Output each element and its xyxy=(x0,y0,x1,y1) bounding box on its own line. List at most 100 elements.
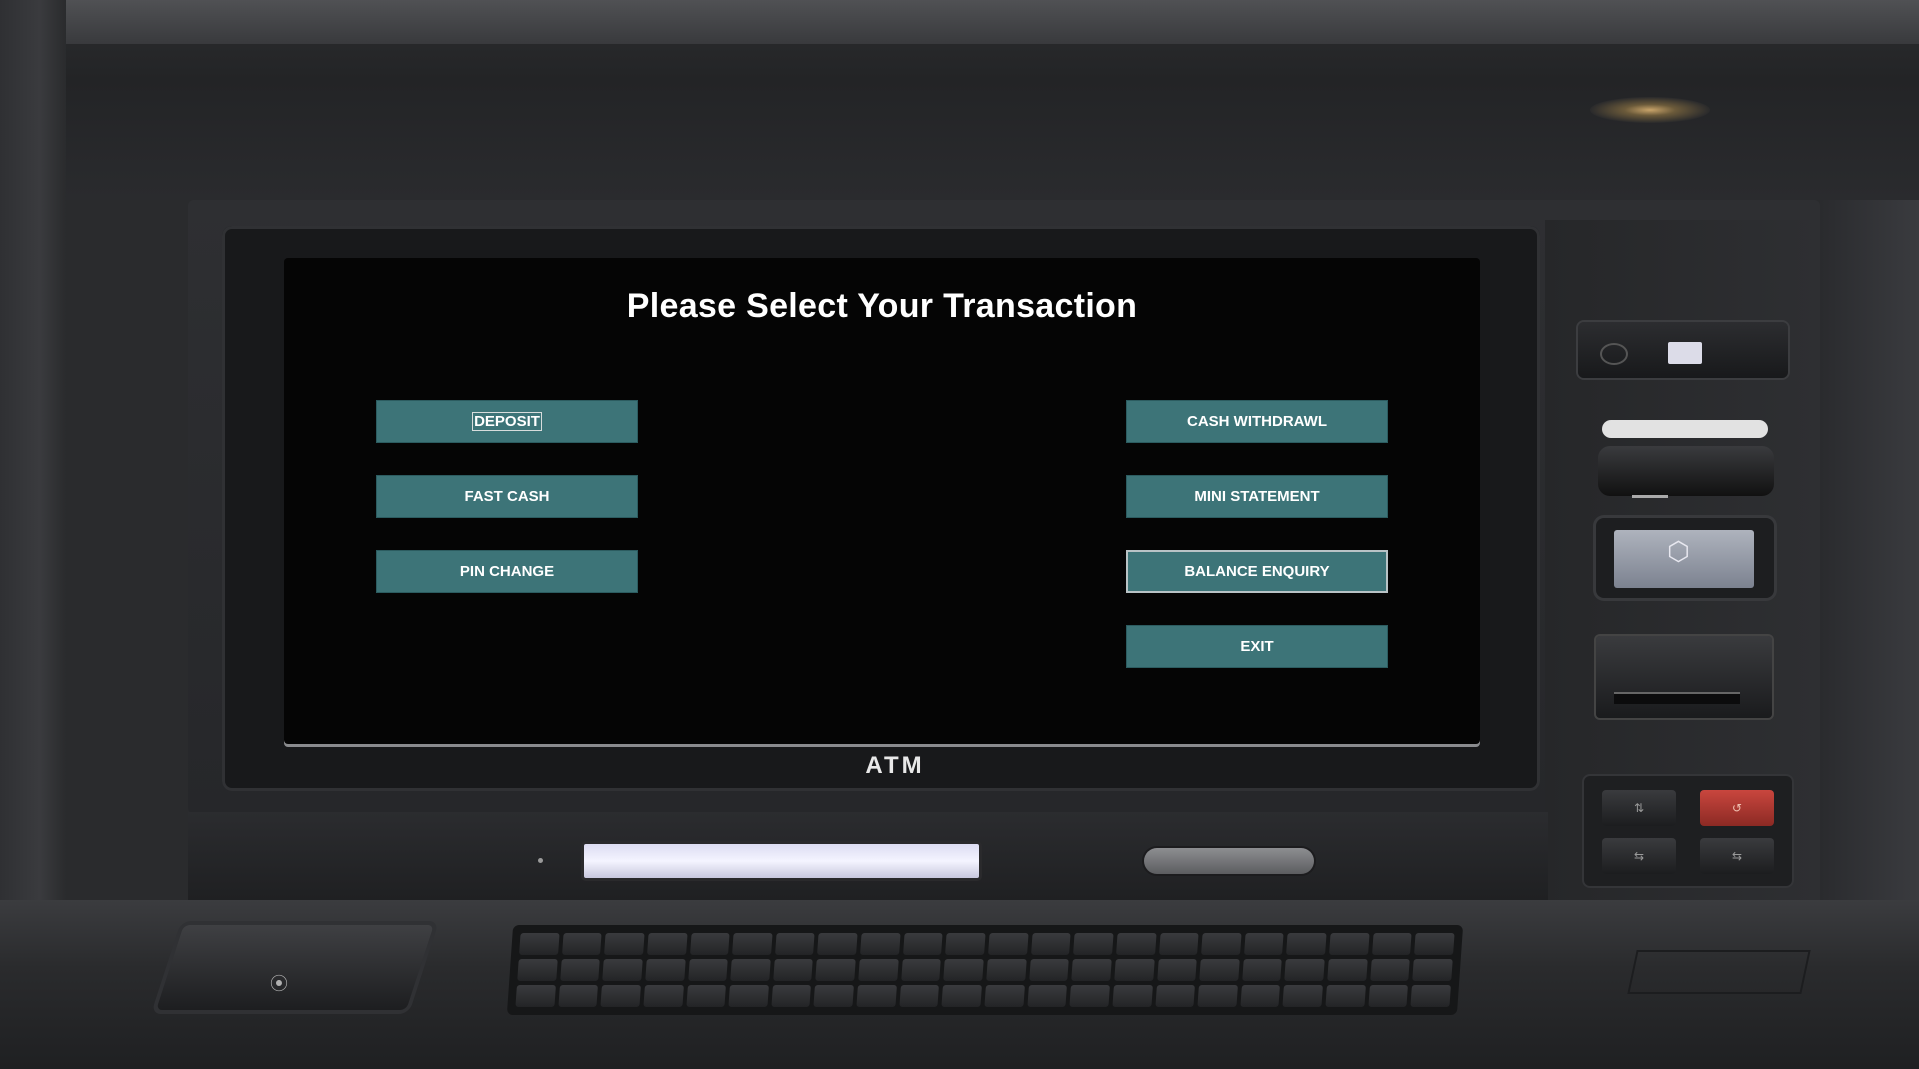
keyboard-key[interactable] xyxy=(1282,985,1324,1007)
keyboard-key[interactable] xyxy=(902,933,943,955)
keyboard-key[interactable] xyxy=(900,959,942,981)
function-key-1[interactable]: ⇅ xyxy=(1602,790,1676,826)
keyboard-key[interactable] xyxy=(986,959,1027,981)
keyboard-key[interactable] xyxy=(943,959,984,981)
keyboard-key[interactable] xyxy=(1154,985,1196,1007)
keyboard-key[interactable] xyxy=(1197,985,1238,1007)
keyboard-key[interactable] xyxy=(984,985,1025,1007)
keyboard-key[interactable] xyxy=(685,985,727,1007)
overhead-lamp-icon xyxy=(1590,97,1710,123)
cash-dispenser xyxy=(1596,636,1772,718)
keyboard-key[interactable] xyxy=(689,933,730,955)
keyboard-key[interactable] xyxy=(519,933,560,955)
keyboard-key[interactable] xyxy=(604,933,645,955)
card-reader-icon xyxy=(1600,343,1628,365)
keyboard-key[interactable] xyxy=(730,959,771,981)
keyboard[interactable] xyxy=(506,925,1464,1015)
keyboard-key[interactable] xyxy=(1284,959,1325,981)
keyboard-key[interactable] xyxy=(687,959,728,981)
keyboard-key[interactable] xyxy=(645,959,686,981)
keyboard-key[interactable] xyxy=(1030,933,1071,955)
cancel-key[interactable]: ↺ xyxy=(1700,790,1774,826)
contactless-pad-icon: ⦿ xyxy=(270,974,288,994)
card-tap-pad xyxy=(156,925,434,1010)
keyboard-key[interactable] xyxy=(1027,985,1068,1007)
atm-top-rail xyxy=(60,0,1919,44)
cash-dispenser-icon xyxy=(1614,692,1740,704)
deposit-button-label: DEPOSIT xyxy=(472,412,542,431)
mini-statement-button-label: MINI STATEMENT xyxy=(1194,488,1320,505)
card-insert-slot[interactable] xyxy=(1598,446,1774,496)
keyboard-key[interactable] xyxy=(1369,959,1411,981)
function-keypad: ⇅ ↺ ⇆ ⇆ xyxy=(1584,776,1792,886)
keyboard-key[interactable] xyxy=(815,959,856,981)
keyboard-key[interactable] xyxy=(988,933,1029,955)
keyboard-key[interactable] xyxy=(517,959,558,981)
function-key-3[interactable]: ⇆ xyxy=(1602,838,1676,874)
keyboard-key[interactable] xyxy=(899,985,940,1007)
keyboard-key[interactable] xyxy=(1371,933,1412,955)
keyboard-key[interactable] xyxy=(1112,985,1153,1007)
keyboard-key[interactable] xyxy=(860,933,901,955)
card-slot-label-plate xyxy=(1602,420,1768,438)
keyboard-key[interactable] xyxy=(1414,933,1455,955)
keyboard-key[interactable] xyxy=(1410,985,1451,1007)
balance-enquiry-button-label: BALANCE ENQUIRY xyxy=(1184,563,1330,580)
keyboard-key[interactable] xyxy=(558,985,599,1007)
keyboard-key[interactable] xyxy=(728,985,769,1007)
keyboard-key[interactable] xyxy=(1156,959,1197,981)
keyboard-key[interactable] xyxy=(1028,959,1070,981)
pin-change-button[interactable]: PIN CHANGE xyxy=(376,550,638,593)
keyboard-key[interactable] xyxy=(771,985,812,1007)
keyboard-key[interactable] xyxy=(1201,933,1242,955)
keyboard-key[interactable] xyxy=(858,959,899,981)
keyboard-key[interactable] xyxy=(732,933,773,955)
keyboard-key[interactable] xyxy=(1243,933,1285,955)
mini-statement-button[interactable]: MINI STATEMENT xyxy=(1126,475,1388,518)
writing-ledge xyxy=(1627,950,1811,994)
keyboard-key[interactable] xyxy=(602,959,643,981)
card-reader-led-icon xyxy=(1668,342,1702,364)
balance-enquiry-button[interactable]: BALANCE ENQUIRY xyxy=(1126,550,1388,593)
card-slot-indicator-icon xyxy=(1632,495,1668,498)
keyboard-key[interactable] xyxy=(1327,959,1368,981)
keyboard-key[interactable] xyxy=(1073,933,1114,955)
atm-brand-label: ATM xyxy=(865,752,925,779)
keyboard-key[interactable] xyxy=(945,933,986,955)
fast-cash-button[interactable]: FAST CASH xyxy=(376,475,638,518)
pin-change-button-label: PIN CHANGE xyxy=(459,563,555,580)
cash-withdrawl-button[interactable]: CASH WITHDRAWL xyxy=(1126,400,1388,443)
keyboard-key[interactable] xyxy=(600,985,641,1007)
keyboard-key[interactable] xyxy=(1329,933,1370,955)
keyboard-key[interactable] xyxy=(1412,959,1453,981)
keyboard-key[interactable] xyxy=(1368,985,1409,1007)
keyboard-key[interactable] xyxy=(941,985,982,1007)
keyboard-key[interactable] xyxy=(1199,959,1240,981)
keyboard-key[interactable] xyxy=(813,985,855,1007)
keyboard-key[interactable] xyxy=(773,959,814,981)
keyboard-key[interactable] xyxy=(515,985,556,1007)
keyboard-key[interactable] xyxy=(1286,933,1327,955)
keyboard-key[interactable] xyxy=(1158,933,1199,955)
status-led-icon xyxy=(538,858,543,863)
help-button[interactable] xyxy=(1144,848,1314,874)
keyboard-key[interactable] xyxy=(561,933,602,955)
exit-button[interactable]: EXIT xyxy=(1126,625,1388,668)
keyboard-key[interactable] xyxy=(1240,985,1281,1007)
keyboard-key[interactable] xyxy=(856,985,897,1007)
keyboard-key[interactable] xyxy=(1115,933,1157,955)
fast-cash-button-label: FAST CASH xyxy=(464,488,550,505)
keyboard-key[interactable] xyxy=(1071,959,1112,981)
keyboard-key[interactable] xyxy=(817,933,858,955)
receipt-slot xyxy=(584,844,979,878)
keyboard-key[interactable] xyxy=(1114,959,1155,981)
keyboard-key[interactable] xyxy=(774,933,816,955)
keyboard-key[interactable] xyxy=(559,959,601,981)
keyboard-key[interactable] xyxy=(1242,959,1283,981)
function-key-4[interactable]: ⇆ xyxy=(1700,838,1774,874)
keyboard-key[interactable] xyxy=(1325,985,1366,1007)
keyboard-key[interactable] xyxy=(1069,985,1110,1007)
keyboard-key[interactable] xyxy=(643,985,684,1007)
keyboard-key[interactable] xyxy=(646,933,688,955)
deposit-button[interactable]: DEPOSIT xyxy=(376,400,638,443)
